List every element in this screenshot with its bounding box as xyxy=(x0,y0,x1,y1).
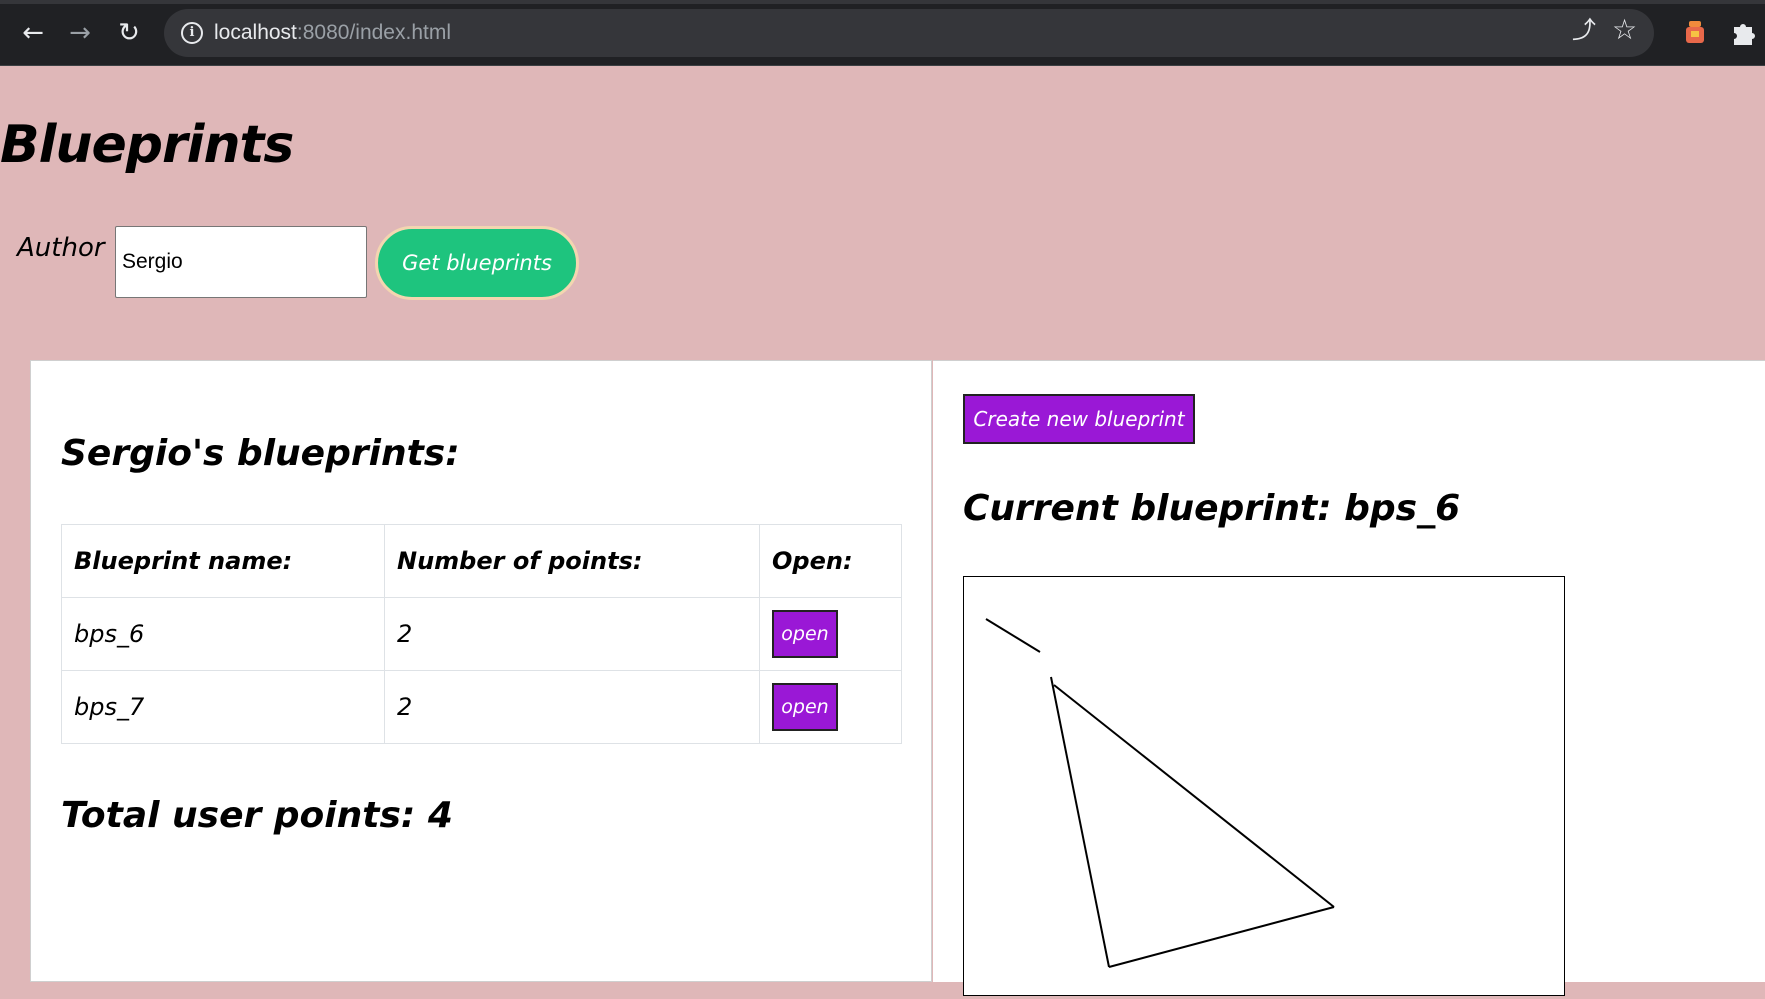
points-cell: 2 xyxy=(384,670,760,744)
open-cell: open xyxy=(759,670,902,744)
create-blueprint-button[interactable]: Create new blueprint xyxy=(963,394,1195,444)
blueprint-drawing[interactable] xyxy=(964,577,1564,995)
blueprint-canvas[interactable] xyxy=(963,576,1565,996)
current-blueprint-heading: Current blueprint: bps_6 xyxy=(963,488,1461,529)
reload-icon[interactable]: ↻ xyxy=(112,16,146,50)
page-title: Blueprints xyxy=(0,115,294,175)
blueprints-list-panel: Sergio's blueprints: Blueprint name: Num… xyxy=(30,360,932,982)
open-button[interactable]: open xyxy=(772,610,838,658)
table-header-row: Blueprint name: Number of points: Open: xyxy=(61,524,902,598)
author-label: Author xyxy=(17,233,105,263)
table-row: bps_6 2 open xyxy=(61,597,902,671)
author-input[interactable] xyxy=(115,226,367,298)
blueprint-canvas-panel: Create new blueprint Current blueprint: … xyxy=(933,360,1765,996)
blueprint-segment xyxy=(1108,906,1335,968)
url-host: localhost xyxy=(214,21,297,44)
url-path: :8080/index.html xyxy=(296,21,451,44)
browser-toolbar: ← → ↻ i localhost:8080/index.html ⤴ ☆ xyxy=(0,0,1765,66)
total-points-heading: Total user points: 4 xyxy=(61,795,453,836)
extensions-puzzle-icon[interactable] xyxy=(1728,17,1758,47)
column-header-name: Blueprint name: xyxy=(61,524,385,598)
blueprint-name-cell: bps_6 xyxy=(61,597,385,671)
share-icon[interactable]: ⤴ xyxy=(1572,15,1596,45)
blueprint-segment xyxy=(985,618,1041,653)
site-info-icon[interactable]: i xyxy=(181,22,203,44)
blueprints-table: Blueprint name: Number of points: Open: … xyxy=(61,524,902,744)
extension-avatar-icon[interactable] xyxy=(1680,17,1710,47)
get-blueprints-button[interactable]: Get blueprints xyxy=(375,226,579,300)
star-icon[interactable]: ☆ xyxy=(1612,15,1637,45)
url-text[interactable]: localhost:8080/index.html xyxy=(214,19,451,47)
blueprint-segment xyxy=(1053,684,1335,908)
blueprint-name-cell: bps_7 xyxy=(61,670,385,744)
open-button[interactable]: open xyxy=(772,683,838,731)
address-bar[interactable]: i localhost:8080/index.html ⤴ ☆ xyxy=(164,9,1654,57)
author-blueprints-heading: Sergio's blueprints: xyxy=(61,433,460,474)
open-cell: open xyxy=(759,597,902,671)
table-row: bps_7 2 open xyxy=(61,670,902,744)
column-header-open: Open: xyxy=(759,524,902,598)
tab-strip-edge xyxy=(0,0,1765,4)
forward-icon[interactable]: → xyxy=(63,16,97,50)
back-icon[interactable]: ← xyxy=(16,16,50,50)
points-cell: 2 xyxy=(384,597,760,671)
column-header-points: Number of points: xyxy=(384,524,760,598)
